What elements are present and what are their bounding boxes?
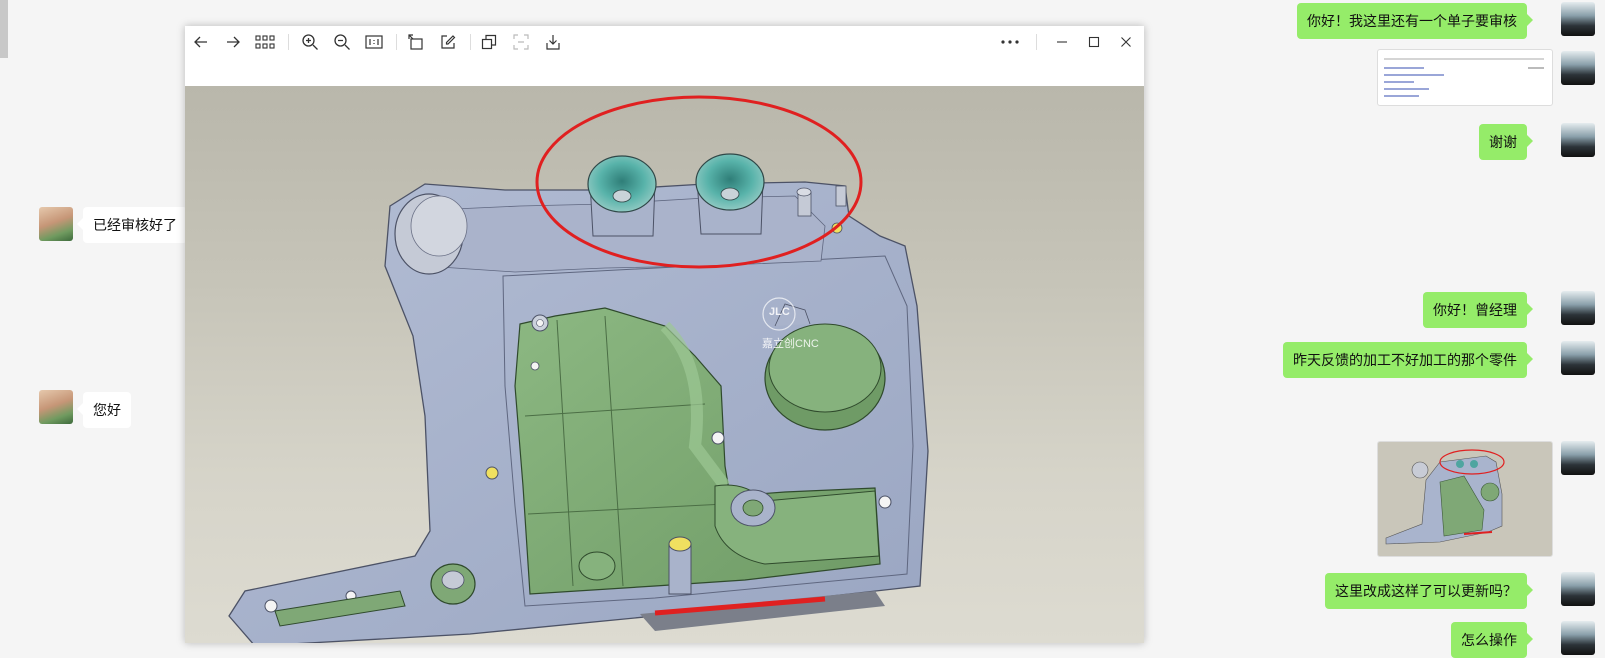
- sent-message[interactable]: 这里改成这样了可以更新吗？: [1325, 573, 1533, 609]
- toolbar-divider: [1036, 34, 1037, 50]
- sent-message[interactable]: 谢谢: [1479, 124, 1533, 160]
- image-viewer-window: JLC 嘉立创CNC: [185, 26, 1144, 643]
- maximize-icon[interactable]: [1082, 30, 1106, 54]
- back-arrow-icon[interactable]: [189, 30, 213, 54]
- contact-avatar[interactable]: [39, 207, 73, 241]
- download-icon[interactable]: [541, 30, 565, 54]
- received-message[interactable]: 已经审核好了: [77, 207, 187, 243]
- zoom-in-icon[interactable]: [298, 30, 322, 54]
- copy-icon[interactable]: [477, 30, 501, 54]
- received-message[interactable]: 您好: [77, 392, 131, 428]
- document-screenshot-thumbnail[interactable]: [1377, 49, 1553, 106]
- toolbar-divider: [288, 34, 289, 50]
- ocr-icon[interactable]: [509, 30, 533, 54]
- my-avatar[interactable]: [1561, 441, 1595, 475]
- my-avatar[interactable]: [1561, 123, 1595, 157]
- part-image-thumbnail[interactable]: [1377, 441, 1553, 557]
- image-canvas[interactable]: JLC 嘉立创CNC: [185, 86, 1144, 643]
- cad-part-render: [228, 95, 929, 643]
- scrollbar-thumb[interactable]: [0, 0, 8, 58]
- watermark-logo: JLC: [769, 306, 790, 318]
- sent-message[interactable]: 你好！曾经理: [1423, 292, 1533, 328]
- contact-avatar[interactable]: [39, 390, 73, 424]
- rotate-icon[interactable]: [404, 30, 428, 54]
- close-icon[interactable]: [1114, 30, 1138, 54]
- edit-icon[interactable]: [436, 30, 460, 54]
- my-avatar[interactable]: [1561, 341, 1595, 375]
- actual-size-icon[interactable]: [362, 30, 386, 54]
- my-avatar[interactable]: [1561, 572, 1595, 606]
- my-avatar[interactable]: [1561, 621, 1595, 655]
- more-icon[interactable]: [998, 30, 1022, 54]
- grid-view-icon[interactable]: [253, 30, 277, 54]
- part-thumbnail-graphic: [1385, 449, 1505, 545]
- sent-message[interactable]: 昨天反馈的加工不好加工的那个零件: [1283, 342, 1533, 378]
- viewer-toolbar: [185, 26, 1144, 58]
- watermark-text: 嘉立创CNC: [762, 338, 819, 350]
- sent-message[interactable]: 你好！我这里还有一个单子要审核: [1297, 3, 1533, 39]
- zoom-out-icon[interactable]: [330, 30, 354, 54]
- minimize-icon[interactable]: [1050, 30, 1074, 54]
- toolbar-divider: [470, 34, 471, 50]
- sent-message[interactable]: 怎么操作: [1451, 622, 1533, 658]
- my-avatar[interactable]: [1561, 51, 1595, 85]
- my-avatar[interactable]: [1561, 2, 1595, 36]
- forward-arrow-icon[interactable]: [221, 30, 245, 54]
- my-avatar[interactable]: [1561, 291, 1595, 325]
- toolbar-divider: [396, 34, 397, 50]
